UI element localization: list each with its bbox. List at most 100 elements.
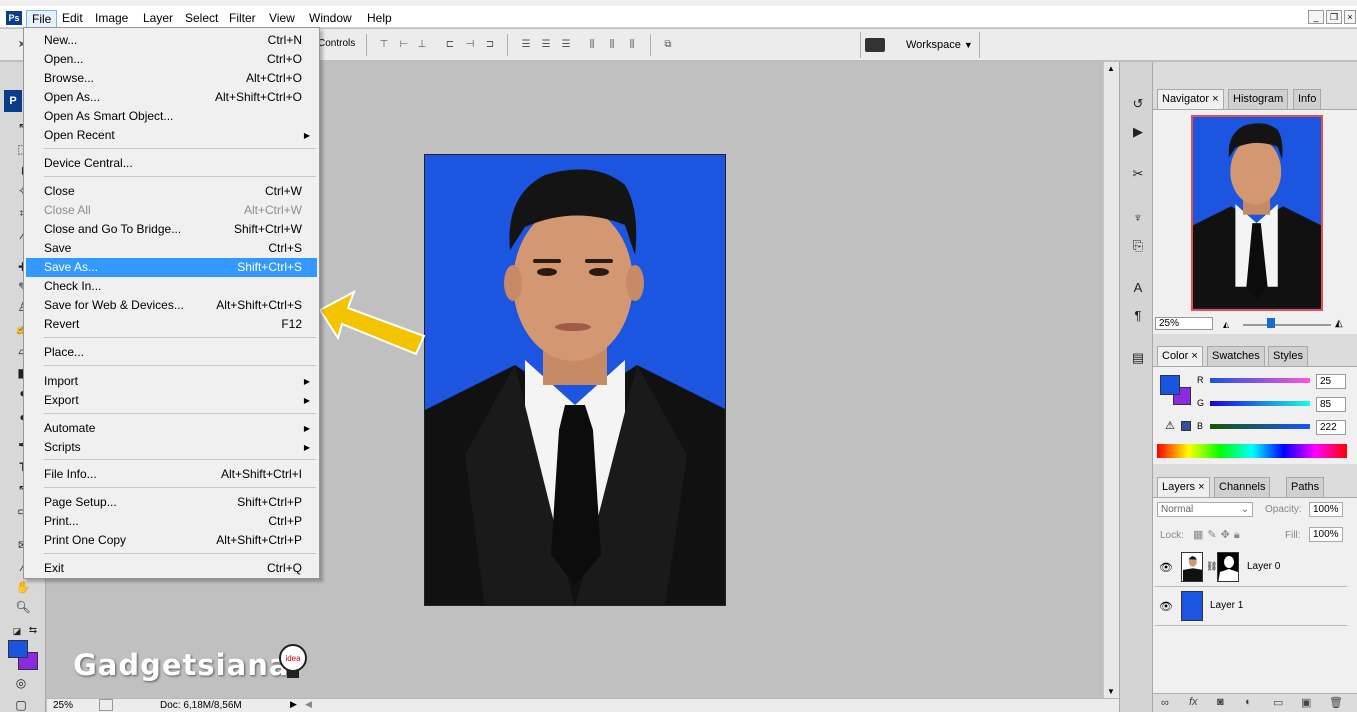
character-panel-icon[interactable]: A [1128,278,1148,298]
zoom-level[interactable]: 25% [53,700,73,711]
brushes-panel-icon[interactable]: ♆ [1128,208,1148,228]
tab-paths[interactable]: Paths [1286,477,1325,497]
menu-item-scripts[interactable]: Scripts ▶ [26,438,317,457]
menu-item-automate[interactable]: Automate ▶ [26,419,317,438]
fill-input[interactable]: 100% [1309,527,1343,542]
menu-item-close-go-to-bridge[interactable]: Close and Go To Bridge... Shift+Ctrl+W [26,220,317,239]
distribute-right-icon[interactable]: ⫼ [624,39,640,51]
zoom-in-icon[interactable]: ◭ [1335,318,1343,329]
layer-mask-thumbnail[interactable] [1217,552,1239,582]
tab-navigator[interactable]: Navigator × [1157,89,1224,109]
new-layer-icon[interactable]: ▣ [1301,696,1311,709]
r-value-input[interactable]: 25 [1316,374,1346,389]
menu-window[interactable]: Window [304,10,357,28]
tab-swatches[interactable]: Swatches [1207,346,1265,366]
distribute-bottom-icon[interactable]: ☰ [558,39,574,51]
menu-item-browse[interactable]: Browse... Alt+Ctrl+O [26,69,317,88]
menu-item-close[interactable]: Close Ctrl+W [26,182,317,201]
eye-icon[interactable]: 👁︎ [1159,561,1173,574]
zoom-slider[interactable] [1243,324,1331,326]
align-top-icon[interactable]: ⊤ [376,39,392,51]
paragraph-panel-icon[interactable]: ¶ [1128,306,1148,326]
swap-colors-icon[interactable]: ⇆ [24,622,42,640]
lock-icons[interactable]: ▦✎✥🔒︎ [1193,528,1244,542]
menu-item-revert[interactable]: Revert F12 [26,315,317,334]
menu-image[interactable]: Image [90,10,133,28]
distribute-vcenter-icon[interactable]: ☰ [538,39,554,51]
tab-histogram[interactable]: Histogram [1228,89,1289,109]
canvas-vertical-scrollbar[interactable]: ▲ ▼ [1103,62,1119,698]
opacity-input[interactable]: 100% [1309,502,1343,517]
menu-item-open-as[interactable]: Open As... Alt+Shift+Ctrl+O [26,88,317,107]
actions-panel-icon[interactable]: ▶ [1128,122,1148,142]
screen-mode-icon[interactable]: ▢ [12,696,30,712]
foreground-color-swatch[interactable] [8,640,28,658]
distribute-hcenter-icon[interactable]: ⫼ [604,39,620,51]
blend-mode-select[interactable]: Normal ⌄ [1157,502,1253,517]
menu-item-open[interactable]: Open... Ctrl+O [26,50,317,69]
menu-item-save[interactable]: Save Ctrl+S [26,239,317,258]
gamut-color-swatch[interactable] [1181,421,1191,431]
menu-item-export[interactable]: Export ▶ [26,391,317,410]
zoom-tool-icon[interactable]: 🔍︎ [14,598,32,616]
gamut-warning-icon[interactable]: ⚠ [1165,419,1175,432]
status-arrow-icon[interactable]: ▶ [290,699,297,710]
menu-layer[interactable]: Layer [138,10,178,28]
menu-item-device-central[interactable]: Device Central... [26,154,317,173]
tab-styles[interactable]: Styles [1268,346,1308,366]
b-slider[interactable] [1210,424,1310,429]
b-value-input[interactable]: 222 [1316,420,1346,435]
menu-item-place[interactable]: Place... [26,343,317,362]
menu-item-import[interactable]: Import ▶ [26,372,317,391]
layer-comps-icon[interactable]: ▤ [1128,348,1148,368]
menu-filter[interactable]: Filter [224,10,261,28]
status-menu-icon[interactable] [99,699,113,711]
hand-tool-icon[interactable]: ✋ [14,578,32,596]
color-fg-swatch[interactable] [1160,375,1180,395]
color-spectrum-bar[interactable] [1157,444,1347,458]
menu-item-page-setup[interactable]: Page Setup... Shift+Ctrl+P [26,493,317,512]
align-hcenter-icon[interactable]: ⊣ [462,39,478,51]
restore-icon[interactable]: ❐ [1326,10,1342,24]
navigator-thumbnail[interactable] [1191,115,1323,311]
scroll-down-icon[interactable]: ▼ [1107,687,1115,696]
minimize-icon[interactable]: _ [1308,10,1324,24]
document-image[interactable] [424,154,726,606]
menu-help[interactable]: Help [362,10,397,28]
align-left-icon[interactable]: ⊏ [442,39,458,51]
tab-info[interactable]: Info [1293,89,1322,109]
layer-row[interactable]: 👁︎ ⛓ Layer 0 [1155,549,1347,587]
align-right-icon[interactable]: ⊐ [482,39,498,51]
menu-item-new[interactable]: New... Ctrl+N [26,31,317,50]
navigator-zoom-input[interactable]: 25% [1155,317,1213,330]
g-value-input[interactable]: 85 [1316,397,1346,412]
menu-select[interactable]: Select [180,10,223,28]
new-group-icon[interactable]: ▭ [1273,696,1283,709]
tool-presets-icon[interactable]: ✂ [1128,164,1148,184]
menu-item-save-as[interactable]: Save As... Shift+Ctrl+S [26,258,317,277]
adjustment-layer-icon[interactable]: ◐ [1245,696,1252,708]
history-panel-icon[interactable]: ↺ [1128,94,1148,114]
menu-item-save-for-web[interactable]: Save for Web & Devices... Alt+Shift+Ctrl+… [26,296,317,315]
menu-item-file-info[interactable]: File Info... Alt+Shift+Ctrl+I [26,465,317,484]
clone-source-icon[interactable]: ⎘ [1128,236,1148,256]
menu-item-check-in[interactable]: Check In... [26,277,317,296]
link-layers-icon[interactable]: ∞ [1161,697,1169,709]
menu-item-open-recent[interactable]: Open Recent ▶ [26,126,317,145]
delete-layer-icon[interactable]: 🗑︎ [1329,696,1343,709]
quick-mask-icon[interactable]: ◎ [12,674,30,692]
align-vcenter-icon[interactable]: ⊢ [396,39,412,51]
menu-item-exit[interactable]: Exit Ctrl+Q [26,559,317,578]
auto-align-icon[interactable]: ⧉ [660,39,676,51]
menu-item-print[interactable]: Print... Ctrl+P [26,512,317,531]
menu-item-print-one-copy[interactable]: Print One Copy Alt+Shift+Ctrl+P [26,531,317,550]
eye-icon[interactable]: 👁︎ [1159,600,1173,613]
align-bottom-icon[interactable]: ⊥ [414,39,430,51]
menu-item-open-as-smart-object[interactable]: Open As Smart Object... [26,107,317,126]
g-slider[interactable] [1210,401,1310,406]
close-icon[interactable]: × [1344,10,1356,24]
zoom-out-icon[interactable]: ◭ [1223,320,1229,329]
distribute-top-icon[interactable]: ☰ [518,39,534,51]
scroll-up-icon[interactable]: ▲ [1107,64,1115,73]
layer-style-icon[interactable]: fx [1189,696,1198,708]
